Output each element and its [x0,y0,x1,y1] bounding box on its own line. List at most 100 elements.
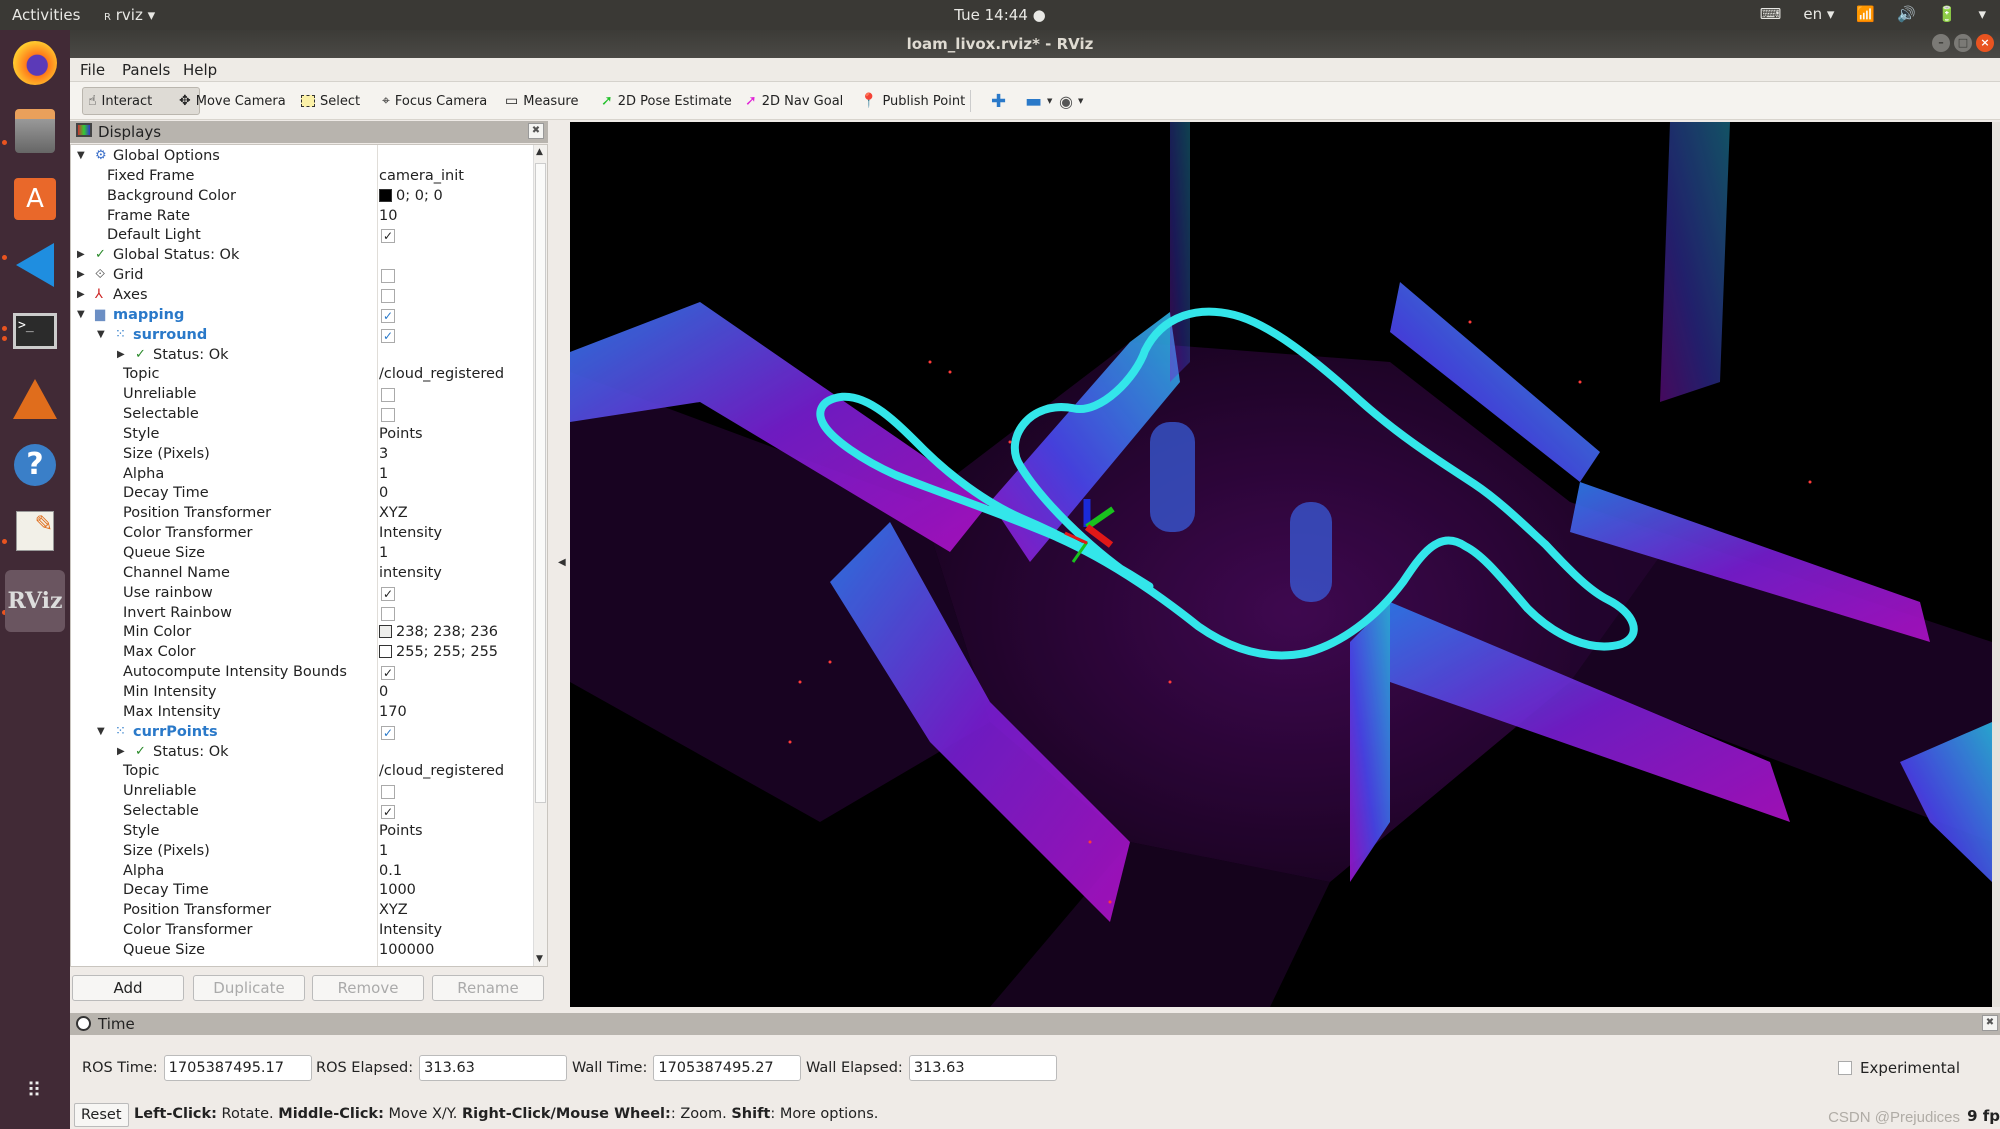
move-camera-tool-button[interactable]: ✥ Move Camera [174,87,291,115]
close-button[interactable]: × [1976,34,1994,52]
checkbox-checked[interactable]: ✓ [381,805,395,820]
clock[interactable]: Tue 14:44 [954,6,1028,24]
checkbox-unchecked[interactable] [381,606,395,621]
panel-splitter[interactable]: ◀ [548,121,570,1009]
property-value[interactable]: 0.1 [379,863,402,879]
property-row[interactable]: Max Color 255; 255; 255 [71,643,531,663]
property-row[interactable]: Alpha 1 [71,465,531,485]
property-value[interactable]: 10 [379,208,397,224]
close-panel-button[interactable]: ✖ [528,123,544,139]
property-value[interactable]: 238; 238; 236 [379,624,498,640]
wall-time-field[interactable] [653,1055,802,1081]
property-row[interactable]: ▶ ✓ Status: Ok [71,346,531,366]
app-menu[interactable]: R rviz ▾ [104,6,155,24]
property-row[interactable]: ▶ ✓ Global Status: Ok [71,246,531,266]
property-row[interactable]: Unreliable [71,782,531,802]
checkbox-checked[interactable]: ✓ [381,725,395,740]
property-row[interactable]: Autocompute Intensity Bounds ✓ [71,663,531,683]
property-row[interactable]: ▼ ▆ mapping ✓ [71,306,531,326]
property-row[interactable]: Background Color 0; 0; 0 [71,187,531,207]
property-value[interactable]: XYZ [379,505,408,521]
property-value[interactable]: 0 [379,684,388,700]
property-value[interactable]: 3 [379,446,388,462]
software-center-icon[interactable]: A [10,174,60,224]
experimental-checkbox[interactable]: Experimental [1837,1059,1960,1077]
checkbox-checked[interactable]: ✓ [381,229,395,244]
menu-panels[interactable]: Panels [122,61,170,79]
wall-elapsed-field[interactable] [908,1055,1057,1081]
expand-arrow-down-icon[interactable]: ▼ [77,150,85,161]
property-row[interactable]: Queue Size 100000 [71,941,531,961]
remove-tool-button[interactable]: ▬ ▼ [1020,87,1057,115]
checkbox-unchecked[interactable] [381,269,395,284]
expand-arrow-right-icon[interactable]: ▶ [117,746,125,757]
expand-arrow-right-icon[interactable]: ▶ [77,249,85,260]
property-row[interactable]: Fixed Frame camera_init [71,167,531,187]
property-row[interactable]: Position Transformer XYZ [71,901,531,921]
property-row[interactable]: Unreliable [71,385,531,405]
ros-time-field[interactable] [163,1055,312,1081]
remove-display-button[interactable]: Remove [312,975,424,1001]
property-row[interactable]: Alpha 0.1 [71,862,531,882]
menu-help[interactable]: Help [183,61,217,79]
property-value[interactable]: 1000 [379,882,416,898]
scroll-down-arrow-icon[interactable]: ▼ [536,954,543,964]
matlab-icon[interactable] [10,374,60,424]
color-swatch[interactable] [379,625,392,639]
property-row[interactable]: Size (Pixels) 3 [71,445,531,465]
vscode-icon[interactable] [10,240,60,290]
property-value[interactable]: 1 [379,545,388,561]
property-row[interactable]: Style Points [71,822,531,842]
expand-arrow-down-icon[interactable]: ▼ [97,329,105,340]
property-row[interactable]: Decay Time 1000 [71,881,531,901]
property-row[interactable]: Position Transformer XYZ [71,504,531,524]
add-display-button[interactable]: Add [72,975,184,1001]
property-value[interactable]: 0 [379,485,388,501]
add-tool-button[interactable]: ✚ [986,87,1011,115]
property-row[interactable]: Invert Rainbow [71,604,531,624]
property-row[interactable]: Decay Time 0 [71,484,531,504]
property-row[interactable]: Size (Pixels) 1 [71,842,531,862]
property-row[interactable]: ▶ ✓ Status: Ok [71,743,531,763]
2d-nav-goal-tool-button[interactable]: ➚ 2D Nav Goal [740,87,848,115]
property-value[interactable]: 170 [379,704,407,720]
property-row[interactable]: Min Color 238; 238; 236 [71,623,531,643]
checkbox-unchecked[interactable] [381,408,395,423]
rename-display-button[interactable]: Rename [432,975,544,1001]
property-row[interactable]: Color Transformer Intensity [71,921,531,941]
property-row[interactable]: Selectable ✓ [71,802,531,822]
property-row[interactable]: Topic/cloud_registered [71,365,531,385]
maximize-button[interactable]: □ [1954,34,1972,52]
battery-icon[interactable]: 🔋 [1938,5,1957,23]
property-value[interactable]: Points [379,823,423,839]
checkbox-checked[interactable]: ✓ [381,308,395,323]
ros-elapsed-field[interactable] [419,1055,568,1081]
vertical-scrollbar[interactable]: ▲ ▼ [533,145,547,966]
menu-file[interactable]: File [80,61,105,79]
property-value[interactable]: /cloud_registered [379,366,504,382]
checkbox-unchecked[interactable] [381,785,395,800]
checkbox-checked[interactable]: ✓ [381,328,395,343]
expand-arrow-down-icon[interactable]: ▼ [77,309,85,320]
property-value[interactable]: 1 [379,843,388,859]
property-row[interactable]: Min Intensity 0 [71,683,531,703]
expand-arrow-down-icon[interactable]: ▼ [97,726,105,737]
property-row[interactable]: ▶ ⟐ Grid [71,266,531,286]
property-value[interactable]: XYZ [379,902,408,918]
collapse-left-arrow-icon[interactable]: ◀ [558,557,566,568]
property-row[interactable]: Selectable [71,405,531,425]
expand-arrow-right-icon[interactable]: ▶ [77,289,85,300]
property-value[interactable]: 0; 0; 0 [379,188,443,204]
property-row[interactable]: Use rainbow ✓ [71,584,531,604]
property-value[interactable]: Intensity [379,922,442,938]
checkbox-checked[interactable]: ✓ [381,666,395,681]
property-row[interactable]: Color Transformer Intensity [71,524,531,544]
property-value[interactable]: /cloud_registered [379,763,504,779]
activities-button[interactable]: Activities [12,6,80,24]
system-menu-chevron-icon[interactable]: ▾ [1978,5,1986,23]
property-value[interactable]: 1 [379,466,388,482]
files-icon[interactable] [10,106,60,156]
duplicate-display-button[interactable]: Duplicate [193,975,305,1001]
measure-tool-button[interactable]: ▭ Measure [500,87,583,115]
property-value[interactable]: Intensity [379,525,442,541]
